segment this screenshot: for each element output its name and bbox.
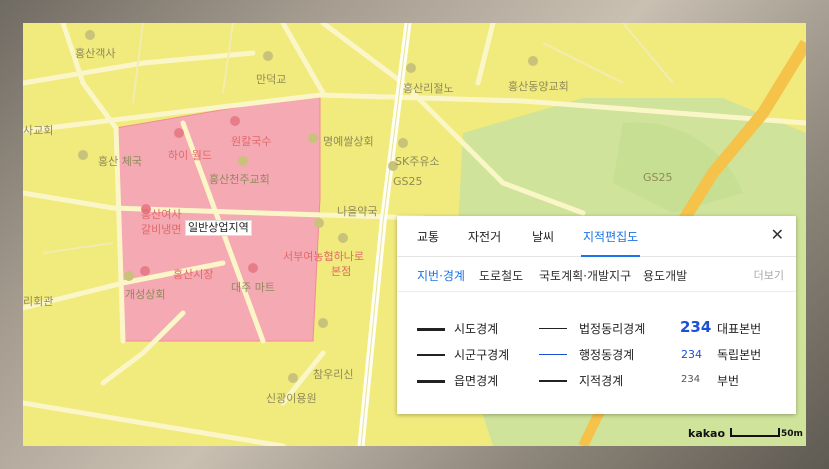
map-place-label[interactable]: 대주 마트: [231, 279, 275, 295]
map-place-label[interactable]: 서부여농협하나로: [283, 248, 364, 264]
town-boundary-line: [417, 380, 445, 383]
map-place-label[interactable]: 개성상회: [125, 286, 165, 302]
map-place-label[interactable]: 명예쌀상회: [323, 133, 374, 149]
map-place-label[interactable]: SK주유소: [395, 153, 440, 169]
legend-label: 행정동경계: [579, 348, 635, 362]
map-place-label[interactable]: 리회관: [23, 293, 53, 309]
legend-label: 부번: [717, 374, 740, 388]
map-place-label[interactable]: 본점: [331, 263, 351, 279]
tab-cadastral-map[interactable]: 지적편집도: [580, 228, 641, 257]
legend-label: 시도경계: [454, 322, 499, 336]
zone-label: 일반상업지역: [185, 220, 252, 236]
map-place-label[interactable]: 참우리신: [313, 366, 353, 382]
district-boundary-line: [417, 354, 445, 356]
subtab-lot-boundary[interactable]: 지번·경계: [417, 267, 465, 284]
legend-label: 독립본번: [717, 348, 762, 362]
map-layer-panel: 교통 자전거 날씨 지적편집도 ✕ 지번·경계 도로철도 국토계획·개발지구 용…: [397, 216, 796, 414]
map-place-label[interactable]: 홍산시장: [173, 266, 213, 282]
map-place-label[interactable]: 나을약국: [337, 203, 377, 219]
subtab-road-rail[interactable]: 도로철도: [479, 267, 523, 284]
map-place-label[interactable]: 홍산리절노: [403, 80, 454, 96]
map-place-label[interactable]: 홍산 체국: [98, 153, 142, 169]
map-place-label[interactable]: 갈비냉면: [141, 221, 181, 237]
map-place-label[interactable]: 하이 월드: [168, 147, 212, 163]
scale-label: 50m: [781, 429, 803, 439]
province-boundary-line: [417, 328, 445, 331]
main-lot-number-sample: 234: [680, 318, 712, 336]
more-link[interactable]: 더보기: [754, 267, 784, 283]
legend-label: 법정동리경계: [579, 322, 646, 336]
subtab-land-use[interactable]: 용도개발: [643, 267, 687, 284]
map-place-label[interactable]: 사교회: [23, 122, 53, 138]
layer-tabs: 교통 자전거 날씨 지적편집도 ✕: [397, 216, 796, 257]
kakao-logo[interactable]: kakao: [688, 427, 725, 440]
map-place-label[interactable]: 홍산천주교회: [209, 171, 270, 187]
map-place-label[interactable]: 홍산여사: [141, 206, 181, 222]
legend-label: 지적경계: [579, 374, 624, 388]
legend-label: 읍면경계: [454, 374, 499, 388]
map-place-label[interactable]: GS25: [643, 171, 673, 184]
map-place-label[interactable]: GS25: [393, 175, 423, 188]
tab-traffic[interactable]: 교통: [417, 228, 439, 245]
legend-label: 대표본번: [717, 322, 762, 336]
tab-weather[interactable]: 날씨: [532, 228, 554, 245]
independent-lot-number-sample: 234: [681, 348, 702, 361]
map-place-label[interactable]: 홍산객사: [75, 45, 115, 61]
map-place-label[interactable]: 홍산동양교회: [508, 78, 569, 94]
cadastral-boundary-line: [539, 380, 567, 382]
tab-bicycle[interactable]: 자전거: [468, 228, 501, 245]
subtab-land-planning[interactable]: 국토계획·개발지구: [539, 267, 631, 284]
scale-bar: [730, 428, 780, 437]
close-icon[interactable]: ✕: [771, 226, 784, 244]
map-place-label[interactable]: 신광이용원: [266, 390, 317, 406]
map-place-label[interactable]: 만덕교: [256, 71, 286, 87]
sub-lot-number-sample: 234: [681, 374, 701, 385]
legend-label: 시군구경계: [454, 348, 510, 362]
sub-tabs: 지번·경계 도로철도 국토계획·개발지구 용도개발 더보기: [397, 257, 796, 292]
legal-dong-boundary-line: [539, 328, 567, 329]
admin-dong-boundary-line: [539, 354, 567, 355]
map-place-label[interactable]: 원칼국수: [231, 133, 271, 149]
